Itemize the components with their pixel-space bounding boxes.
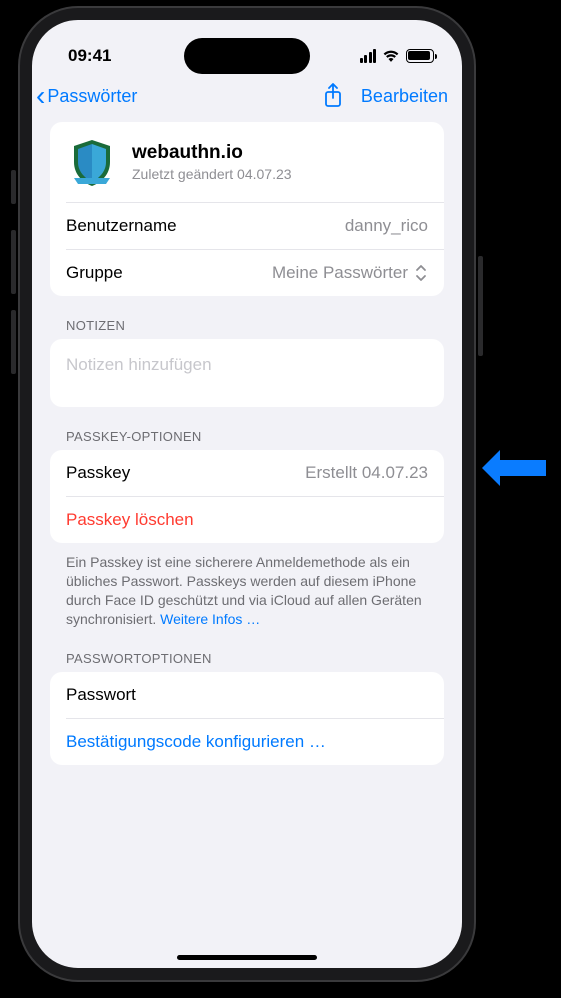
username-row[interactable]: Benutzername danny_rico xyxy=(50,203,444,249)
back-label: Passwörter xyxy=(47,86,137,107)
password-label: Passwort xyxy=(66,685,136,705)
more-info-link[interactable]: Weitere Infos … xyxy=(160,611,260,627)
notes-field[interactable]: Notizen hinzufügen xyxy=(50,339,444,407)
passkey-row[interactable]: Passkey Erstellt 04.07.23 xyxy=(50,450,444,496)
status-time: 09:41 xyxy=(68,46,111,66)
password-section-header: PASSWORTOPTIONEN xyxy=(66,651,444,666)
group-value: Meine Passwörter xyxy=(272,263,408,283)
site-favicon xyxy=(66,136,118,188)
volume-silence-switch xyxy=(11,170,16,204)
username-value: danny_rico xyxy=(345,216,428,236)
power-button xyxy=(478,256,483,356)
delete-passkey-label: Passkey löschen xyxy=(66,510,194,530)
share-icon[interactable] xyxy=(323,83,343,109)
chevron-left-icon: ‹ xyxy=(36,82,45,110)
wifi-icon xyxy=(382,49,400,63)
iphone-frame: 09:41 ‹ Passwörter Bearbeiten xyxy=(20,8,474,980)
navigation-bar: ‹ Passwörter Bearbeiten xyxy=(32,74,462,122)
passkey-card: Passkey Erstellt 04.07.23 Passkey lösche… xyxy=(50,450,444,543)
group-label: Gruppe xyxy=(66,263,123,283)
volume-down-button xyxy=(11,310,16,374)
password-card: Passwort Bestätigungscode konfigurieren … xyxy=(50,672,444,765)
setup-code-label: Bestätigungscode konfigurieren … xyxy=(66,732,326,752)
annotation-arrow-icon xyxy=(480,448,546,488)
passkey-label: Passkey xyxy=(66,463,130,483)
select-chevrons-icon xyxy=(414,264,428,282)
cellular-signal-icon xyxy=(360,49,377,63)
scroll-content[interactable]: webauthn.io Zuletzt geändert 04.07.23 Be… xyxy=(32,122,462,950)
passkey-section-header: PASSKEY-OPTIONEN xyxy=(66,429,444,444)
setup-code-button[interactable]: Bestätigungscode konfigurieren … xyxy=(50,719,444,765)
delete-passkey-button[interactable]: Passkey löschen xyxy=(50,497,444,543)
site-card: webauthn.io Zuletzt geändert 04.07.23 Be… xyxy=(50,122,444,296)
notes-placeholder: Notizen hinzufügen xyxy=(66,355,212,374)
group-row[interactable]: Gruppe Meine Passwörter xyxy=(50,250,444,296)
username-label: Benutzername xyxy=(66,216,177,236)
password-row[interactable]: Passwort xyxy=(50,672,444,718)
volume-up-button xyxy=(11,230,16,294)
site-name: webauthn.io xyxy=(132,142,292,164)
home-indicator[interactable] xyxy=(177,955,317,960)
site-header[interactable]: webauthn.io Zuletzt geändert 04.07.23 xyxy=(50,122,444,202)
passkey-value: Erstellt 04.07.23 xyxy=(305,463,428,483)
battery-icon xyxy=(406,49,434,63)
back-button[interactable]: ‹ Passwörter xyxy=(36,82,137,110)
dynamic-island xyxy=(184,38,310,74)
site-subtitle: Zuletzt geändert 04.07.23 xyxy=(132,166,292,182)
notes-section-header: NOTIZEN xyxy=(66,318,444,333)
passkey-footer: Ein Passkey ist eine sicherere Anmeldeme… xyxy=(50,543,444,629)
edit-button[interactable]: Bearbeiten xyxy=(361,86,448,107)
